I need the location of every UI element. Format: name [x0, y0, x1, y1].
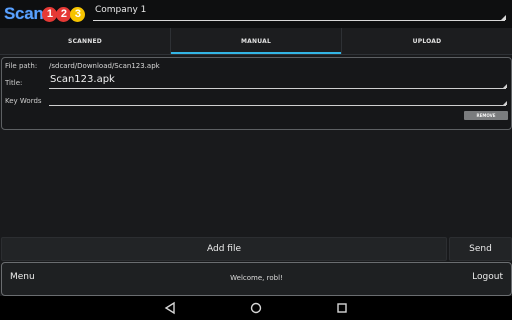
tab-upload[interactable]: UPLOAD — [342, 28, 512, 55]
back-icon[interactable] — [163, 301, 177, 315]
field-corner-icon — [503, 101, 507, 105]
logout-button[interactable]: Logout — [472, 272, 503, 282]
title-input-value: Scan123.apk — [50, 74, 115, 85]
logo-text: Scan — [4, 4, 44, 23]
add-file-button[interactable]: Add file — [1, 237, 447, 261]
field-corner-icon — [503, 84, 507, 88]
file-path-label: File path: — [5, 62, 38, 70]
tab-upload-label: UPLOAD — [412, 38, 442, 45]
app-logo: Scan 1 2 3 — [4, 3, 86, 25]
logo-digit-3: 3 — [70, 6, 86, 22]
tab-manual-label: MANUAL — [241, 38, 271, 45]
title-input[interactable]: Scan123.apk — [49, 74, 507, 89]
tab-manual[interactable]: MANUAL — [171, 28, 341, 55]
tab-bar-divider — [0, 54, 512, 55]
tab-scanned-label: SCANNED — [68, 38, 102, 45]
dropdown-corner-icon — [501, 15, 506, 20]
tab-bar: SCANNED MANUAL UPLOAD — [0, 28, 512, 55]
system-navigation-bar — [0, 296, 512, 320]
keywords-input[interactable] — [49, 91, 507, 106]
tab-scanned[interactable]: SCANNED — [0, 28, 170, 55]
home-icon[interactable] — [249, 301, 263, 315]
keywords-label: Key Words — [5, 97, 42, 105]
manual-form-panel: File path: /sdcard/Download/Scan123.apk … — [1, 57, 512, 130]
welcome-text: Welcome, robl! — [230, 274, 283, 282]
logo-digit-2: 2 — [56, 6, 72, 22]
company-select-value: Company 1 — [95, 5, 147, 15]
app-header: Scan 1 2 3 Company 1 — [0, 0, 512, 28]
file-path-value: /sdcard/Download/Scan123.apk — [49, 62, 160, 70]
remove-button[interactable]: REMOVE — [464, 111, 508, 120]
recents-icon[interactable] — [335, 301, 349, 315]
company-select[interactable]: Company 1 — [93, 4, 506, 21]
logo-digit-1: 1 — [42, 6, 58, 22]
send-button[interactable]: Send — [449, 237, 512, 261]
title-label: Title: — [5, 79, 23, 87]
footer-bar: Menu Welcome, robl! Logout — [1, 262, 512, 296]
